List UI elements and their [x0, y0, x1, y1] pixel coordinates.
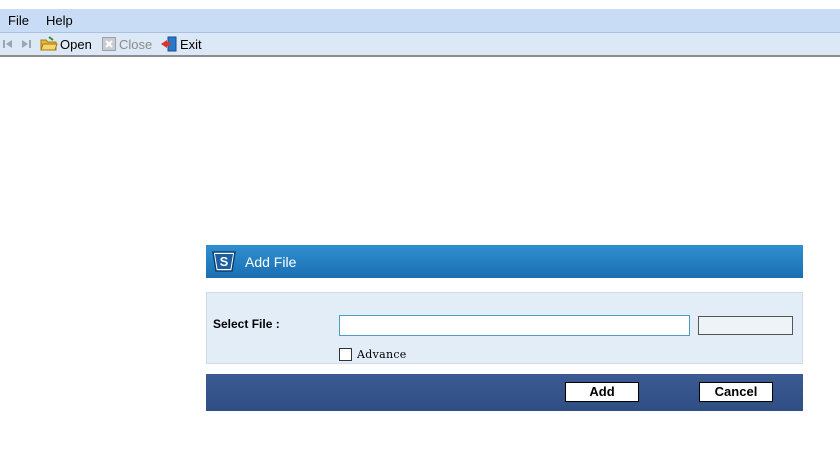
svg-text:S: S [220, 254, 229, 269]
toolbar: Open Close Exit [0, 33, 840, 57]
folder-open-icon [40, 36, 58, 51]
open-button[interactable]: Open [40, 36, 92, 52]
advance-checkbox[interactable] [339, 348, 352, 361]
menu-bar: File Help [0, 9, 840, 33]
exit-label: Exit [180, 36, 202, 52]
dialog-body: Select File : Advance [206, 292, 803, 364]
dialog-header: S Add File [206, 245, 803, 278]
add-button[interactable]: Add [565, 382, 639, 402]
dialog-footer: Add Cancel [206, 374, 803, 411]
advance-label: Advance [357, 348, 407, 361]
browse-button[interactable] [698, 316, 793, 335]
close-icon [102, 36, 116, 51]
close-button[interactable]: Close [102, 36, 152, 52]
add-file-dialog: S Add File Select File : Advance Add Can… [206, 245, 803, 411]
skip-last-icon [22, 40, 31, 48]
close-label: Close [119, 36, 153, 52]
select-file-label: Select File : [213, 317, 280, 331]
cancel-button[interactable]: Cancel [699, 382, 773, 402]
first-page-button[interactable] [2, 36, 14, 52]
last-page-button[interactable] [20, 36, 32, 52]
app-logo-icon: S [212, 251, 236, 272]
exit-door-icon [161, 36, 177, 52]
menu-file[interactable]: File [8, 13, 29, 28]
skip-first-icon [3, 40, 12, 48]
menu-help[interactable]: Help [46, 13, 73, 28]
dialog-title: Add File [245, 254, 297, 270]
file-path-input[interactable] [339, 315, 690, 336]
open-label: Open [60, 36, 92, 52]
exit-button[interactable]: Exit [161, 36, 202, 52]
